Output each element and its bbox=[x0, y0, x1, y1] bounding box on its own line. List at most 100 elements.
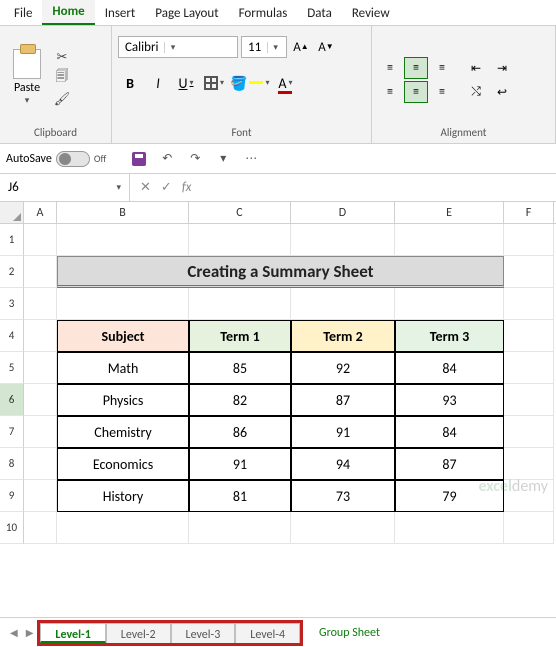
cell[interactable]: 94 bbox=[291, 448, 395, 480]
cell[interactable]: 82 bbox=[189, 384, 291, 416]
sheet-tab-level-1[interactable]: Level-1 bbox=[40, 623, 105, 643]
cell[interactable]: History bbox=[57, 480, 189, 512]
row-header[interactable]: 5 bbox=[0, 352, 24, 384]
cell[interactable]: 79 bbox=[395, 480, 504, 512]
cell[interactable]: 73 bbox=[291, 480, 395, 512]
cell[interactable] bbox=[57, 288, 189, 320]
row-header[interactable]: 6 bbox=[0, 384, 24, 416]
col-header[interactable]: D bbox=[291, 202, 395, 223]
qat-dropdown[interactable]: ▾ bbox=[212, 148, 234, 170]
row-header[interactable]: 8 bbox=[0, 448, 24, 480]
bold-button[interactable]: B bbox=[118, 72, 142, 94]
col-header[interactable]: C bbox=[189, 202, 291, 223]
font-name-combo[interactable]: Calibri ▾ bbox=[118, 36, 238, 58]
cell[interactable] bbox=[24, 288, 57, 320]
cell[interactable]: 85 bbox=[189, 352, 291, 384]
sheet-tab-level-4[interactable]: Level-4 bbox=[235, 623, 300, 643]
wrap-text-button[interactable]: ↩ bbox=[490, 81, 514, 103]
cell[interactable] bbox=[504, 288, 554, 320]
cell[interactable] bbox=[24, 256, 57, 288]
cell[interactable] bbox=[24, 352, 57, 384]
cell[interactable] bbox=[504, 448, 554, 480]
font-size-combo[interactable]: 11 ▾ bbox=[241, 36, 287, 58]
cell[interactable] bbox=[291, 288, 395, 320]
col-header[interactable]: F bbox=[504, 202, 554, 223]
cell[interactable] bbox=[504, 384, 554, 416]
tab-formulas[interactable]: Formulas bbox=[229, 2, 298, 25]
cell[interactable]: Term 3 bbox=[395, 320, 504, 352]
cell[interactable]: 91 bbox=[291, 416, 395, 448]
cell[interactable]: 84 bbox=[395, 416, 504, 448]
col-header[interactable]: E bbox=[395, 202, 504, 223]
sheet-tab-level-3[interactable]: Level-3 bbox=[171, 623, 236, 643]
borders-button[interactable]: ▾ bbox=[202, 72, 226, 94]
cell[interactable] bbox=[395, 224, 504, 256]
cell[interactable] bbox=[395, 288, 504, 320]
cell[interactable]: Chemistry bbox=[57, 416, 189, 448]
cell[interactable]: Term 1 bbox=[189, 320, 291, 352]
sheet-tab-level-2[interactable]: Level-2 bbox=[106, 623, 171, 643]
row-header[interactable]: 1 bbox=[0, 224, 24, 256]
cell[interactable] bbox=[24, 384, 57, 416]
row-header[interactable]: 3 bbox=[0, 288, 24, 320]
align-middle-button[interactable]: ≡ bbox=[404, 57, 428, 79]
copy-button[interactable] bbox=[52, 69, 72, 87]
cell[interactable]: 87 bbox=[291, 384, 395, 416]
cell[interactable]: 84 bbox=[395, 352, 504, 384]
paste-button[interactable]: Paste ▾ bbox=[6, 41, 48, 113]
cut-button[interactable] bbox=[52, 48, 72, 66]
sheet-tab-group[interactable]: Group Sheet bbox=[319, 626, 380, 640]
cell[interactable] bbox=[504, 480, 554, 512]
increase-font-button[interactable]: A▲ bbox=[290, 36, 312, 58]
cell[interactable] bbox=[504, 224, 554, 256]
tab-file[interactable]: File bbox=[4, 2, 42, 25]
cell[interactable] bbox=[24, 480, 57, 512]
tab-insert[interactable]: Insert bbox=[95, 2, 146, 25]
fx-label[interactable]: fx bbox=[182, 180, 192, 195]
cell[interactable] bbox=[24, 416, 57, 448]
cell[interactable]: Creating a Summary Sheet bbox=[57, 256, 504, 288]
align-bottom-button[interactable]: ≡ bbox=[430, 57, 454, 79]
cell[interactable] bbox=[24, 224, 57, 256]
name-box[interactable]: J6 ▾ bbox=[0, 174, 130, 201]
select-all-corner[interactable] bbox=[0, 202, 24, 223]
cell[interactable] bbox=[395, 512, 504, 544]
tab-nav-prev[interactable]: ◀ bbox=[6, 626, 22, 639]
col-header[interactable]: A bbox=[24, 202, 57, 223]
decrease-font-button[interactable]: A▼ bbox=[315, 36, 337, 58]
cell[interactable] bbox=[24, 512, 57, 544]
orientation-button[interactable]: ⤭ bbox=[464, 81, 488, 103]
cell[interactable] bbox=[504, 416, 554, 448]
cell[interactable]: Math bbox=[57, 352, 189, 384]
underline-button[interactable]: U▾ bbox=[174, 72, 198, 94]
align-left-button[interactable]: ≡ bbox=[378, 81, 402, 103]
cell[interactable] bbox=[189, 288, 291, 320]
cell[interactable] bbox=[189, 512, 291, 544]
cell[interactable] bbox=[291, 224, 395, 256]
tab-nav-next[interactable]: ▶ bbox=[22, 626, 38, 639]
tab-review[interactable]: Review bbox=[342, 2, 400, 25]
qat-more[interactable]: ⋯ bbox=[240, 148, 262, 170]
col-header[interactable]: B bbox=[57, 202, 189, 223]
cell[interactable]: Subject bbox=[57, 320, 189, 352]
undo-button[interactable]: ↶ bbox=[156, 148, 178, 170]
save-button[interactable] bbox=[128, 148, 150, 170]
cell[interactable]: Physics bbox=[57, 384, 189, 416]
cell[interactable] bbox=[504, 352, 554, 384]
cell[interactable] bbox=[57, 512, 189, 544]
decrease-indent-button[interactable]: ⇤ bbox=[464, 57, 488, 79]
align-right-button[interactable]: ≡ bbox=[430, 81, 454, 103]
increase-indent-button[interactable]: ⇥ bbox=[490, 57, 514, 79]
tab-home[interactable]: Home bbox=[42, 0, 94, 25]
cell[interactable]: 86 bbox=[189, 416, 291, 448]
italic-button[interactable]: I bbox=[146, 72, 170, 94]
cancel-icon[interactable] bbox=[140, 180, 151, 195]
align-center-button[interactable]: ≡ bbox=[404, 81, 428, 103]
cell[interactable] bbox=[291, 512, 395, 544]
cell[interactable] bbox=[57, 224, 189, 256]
redo-button[interactable]: ↷ bbox=[184, 148, 206, 170]
cell[interactable]: Term 2 bbox=[291, 320, 395, 352]
cell[interactable] bbox=[24, 448, 57, 480]
fill-color-button[interactable]: 🪣▾ bbox=[230, 72, 269, 94]
row-header[interactable]: 10 bbox=[0, 512, 24, 544]
